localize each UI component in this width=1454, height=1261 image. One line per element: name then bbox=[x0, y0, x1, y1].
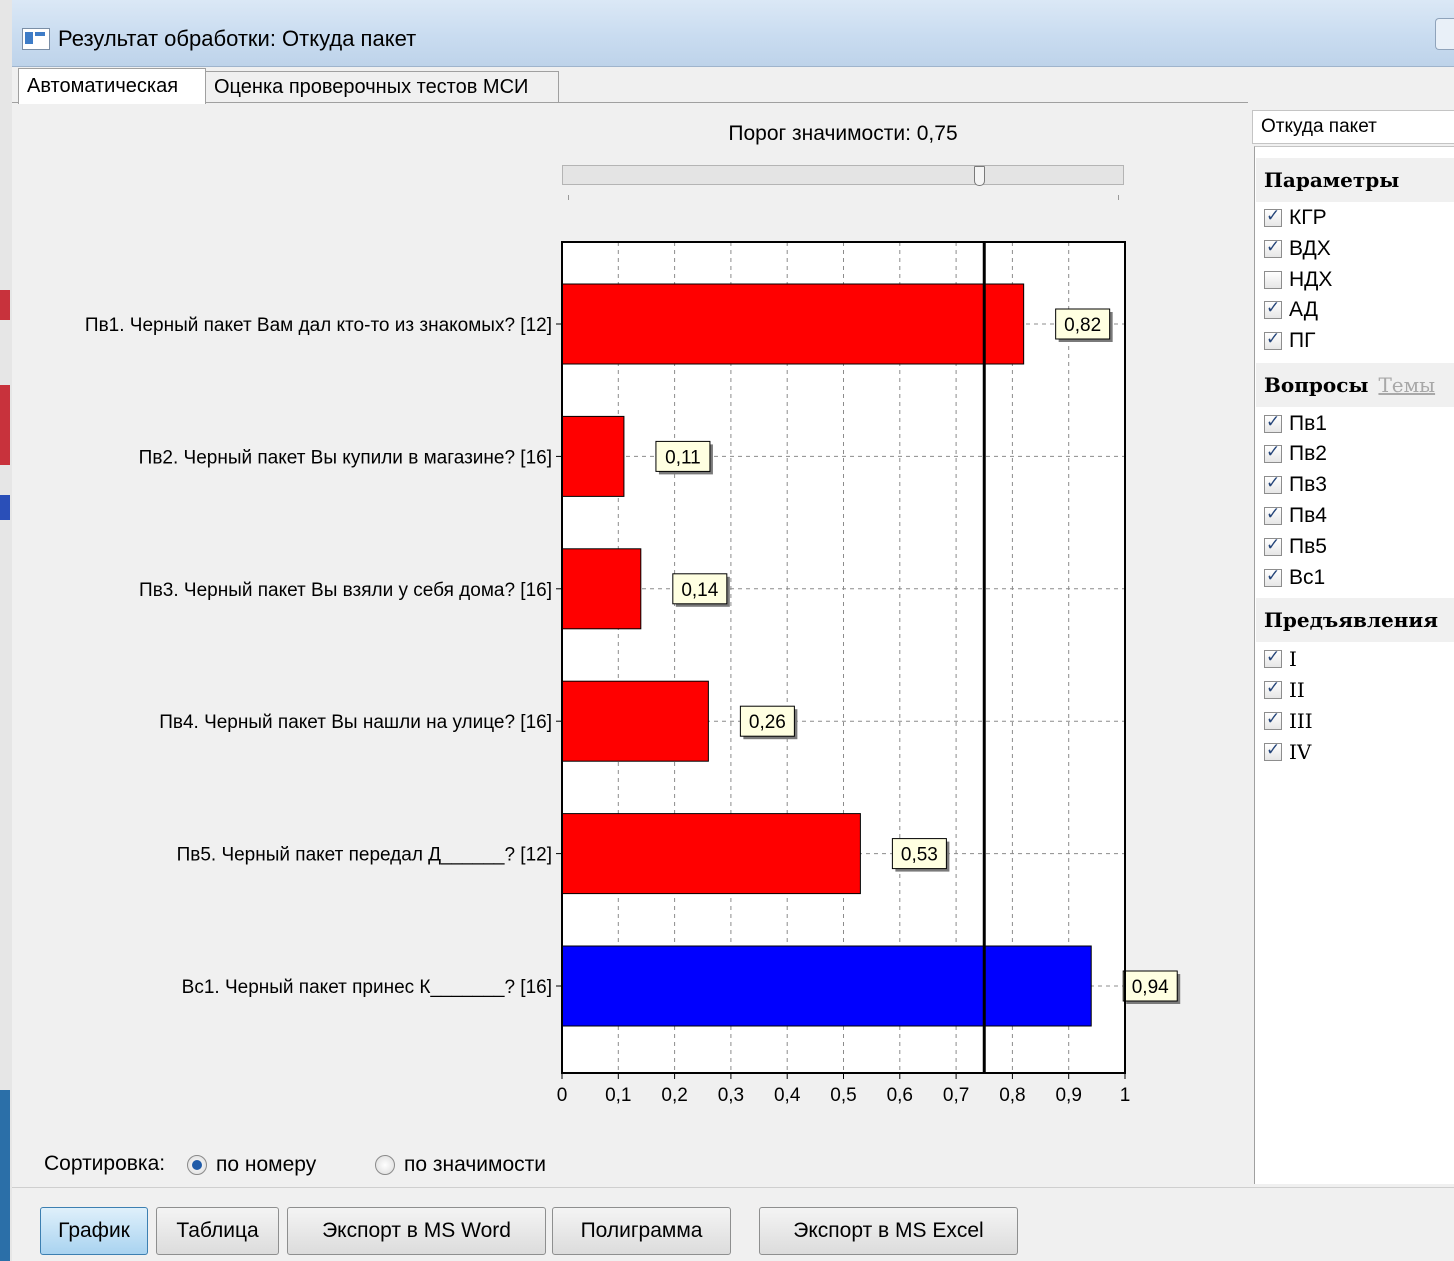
value-label: 0,94 bbox=[1132, 977, 1169, 998]
bar bbox=[561, 415, 625, 497]
window-control-button[interactable] bbox=[1435, 18, 1454, 50]
sort-label: Сортировка: bbox=[44, 1152, 166, 1175]
questions-title: Вопросы bbox=[1264, 373, 1369, 397]
bar bbox=[561, 680, 709, 762]
window-title: Результат обработки: Откуда пакет bbox=[58, 26, 417, 51]
table-button[interactable]: Таблица bbox=[156, 1207, 279, 1255]
sort-by-number-radio[interactable] bbox=[187, 1155, 207, 1175]
title-bar[interactable]: Результат обработки: Откуда пакет bbox=[12, 0, 1454, 67]
x-tick-label: 0,2 bbox=[661, 1085, 687, 1106]
x-tick-label: 0,1 bbox=[605, 1085, 631, 1106]
params-section-title: Параметры bbox=[1256, 158, 1454, 202]
question-label: Пв3 bbox=[1289, 473, 1327, 496]
param-label: КГР bbox=[1289, 206, 1327, 229]
significance-bar-chart: Пв1. Черный пакет Вам дал кто-то из знак… bbox=[85, 241, 1181, 1106]
question-label: Вс1 bbox=[1289, 566, 1326, 589]
bottom-divider bbox=[12, 1187, 1454, 1188]
checkbox-icon[interactable] bbox=[1264, 271, 1282, 289]
checkbox-icon[interactable] bbox=[1264, 206, 1282, 227]
threshold-slider-thumb[interactable] bbox=[974, 166, 985, 186]
presentation-label: II bbox=[1289, 678, 1305, 702]
checkbox-icon[interactable] bbox=[1264, 709, 1282, 730]
category-label: Пв4. Черный пакет Вы нашли на улице? [16… bbox=[159, 712, 552, 733]
presentation-label: III bbox=[1289, 709, 1313, 733]
params-title: Параметры bbox=[1264, 168, 1400, 192]
x-tick-label: 0,5 bbox=[830, 1085, 856, 1106]
value-label: 0,53 bbox=[901, 845, 938, 866]
checkbox-icon[interactable] bbox=[1264, 678, 1282, 699]
x-tick-label: 0,9 bbox=[1055, 1085, 1081, 1106]
x-tick-label: 0,7 bbox=[943, 1085, 969, 1106]
bar bbox=[561, 283, 1025, 365]
value-label: 0,14 bbox=[681, 580, 718, 601]
checkbox-icon[interactable] bbox=[1264, 298, 1282, 319]
checkbox-icon[interactable] bbox=[1264, 442, 1282, 463]
checkbox-icon[interactable] bbox=[1264, 647, 1282, 668]
presentations-section-title: Предъявления bbox=[1256, 598, 1454, 642]
x-tick-label: 0,8 bbox=[999, 1085, 1025, 1106]
category-label: Пв5. Черный пакет передал Д______? [12] bbox=[177, 845, 552, 866]
checkbox-icon[interactable] bbox=[1264, 412, 1282, 433]
category-label: Вс1. Черный пакет принес К_______? [16] bbox=[182, 977, 552, 998]
threshold-slider[interactable] bbox=[562, 165, 1124, 185]
checkbox-icon[interactable] bbox=[1264, 237, 1282, 258]
slider-tick bbox=[1118, 195, 1119, 200]
polygram-button[interactable]: Полиграмма bbox=[552, 1207, 731, 1255]
presentations-title: Предъявления bbox=[1264, 608, 1439, 632]
checkbox-icon[interactable] bbox=[1264, 473, 1282, 494]
value-label: 0,82 bbox=[1064, 315, 1101, 336]
bar bbox=[561, 813, 861, 895]
value-label: 0,11 bbox=[665, 447, 701, 468]
x-tick-label: 0 bbox=[557, 1085, 568, 1106]
checkbox-icon[interactable] bbox=[1264, 740, 1282, 761]
export-word-button[interactable]: Экспорт в MS Word bbox=[287, 1207, 546, 1255]
question-label: Пв4 bbox=[1289, 504, 1327, 527]
tab-msi-tests[interactable]: Оценка проверочных тестов МСИ bbox=[205, 71, 559, 102]
slider-tick bbox=[568, 195, 569, 200]
graph-button[interactable]: График bbox=[40, 1207, 148, 1255]
tab-automatic[interactable]: Автоматическая bbox=[18, 68, 206, 104]
bar bbox=[561, 945, 1092, 1027]
x-tick-label: 0,6 bbox=[887, 1085, 913, 1106]
checkbox-icon[interactable] bbox=[1264, 566, 1282, 587]
sort-by-number-label[interactable]: по номеру bbox=[216, 1153, 316, 1177]
param-label: ВДХ bbox=[1289, 237, 1331, 260]
x-tick-label: 0,3 bbox=[718, 1085, 744, 1106]
window-icon bbox=[22, 28, 50, 50]
checkbox-icon[interactable] bbox=[1264, 535, 1282, 556]
category-label: Пв1. Черный пакет Вам дал кто-то из знак… bbox=[85, 315, 552, 336]
x-tick-label: 1 bbox=[1120, 1085, 1131, 1106]
filter-panel bbox=[1254, 146, 1454, 1184]
presentation-label: IV bbox=[1289, 740, 1312, 764]
test-name-field[interactable]: Откуда пакет bbox=[1252, 110, 1454, 144]
question-label: Пв5 bbox=[1289, 535, 1327, 558]
param-label: ПГ bbox=[1289, 329, 1316, 352]
question-label: Пв2 bbox=[1289, 442, 1327, 465]
export-excel-button[interactable]: Экспорт в MS Excel bbox=[759, 1207, 1018, 1255]
param-label: АД bbox=[1289, 298, 1318, 321]
category-label: Пв3. Черный пакет Вы взяли у себя дома? … bbox=[139, 580, 552, 601]
questions-section-title: Вопросы Темы bbox=[1256, 363, 1454, 407]
sort-by-significance-label[interactable]: по значимости bbox=[404, 1153, 546, 1177]
sort-by-significance-radio[interactable] bbox=[375, 1155, 395, 1175]
checkbox-icon[interactable] bbox=[1264, 329, 1282, 350]
param-label: НДХ bbox=[1289, 268, 1333, 291]
question-label: Пв1 bbox=[1289, 412, 1327, 435]
category-label: Пв2. Черный пакет Вы купили в магазине? … bbox=[139, 447, 552, 468]
threshold-label: Порог значимости: 0,75 bbox=[728, 122, 958, 145]
x-tick-label: 0,4 bbox=[774, 1085, 801, 1106]
topics-link[interactable]: Темы bbox=[1378, 373, 1435, 397]
value-label: 0,26 bbox=[749, 712, 786, 733]
checkbox-icon[interactable] bbox=[1264, 504, 1282, 525]
bar bbox=[561, 548, 642, 630]
presentation-label: I bbox=[1289, 647, 1297, 671]
